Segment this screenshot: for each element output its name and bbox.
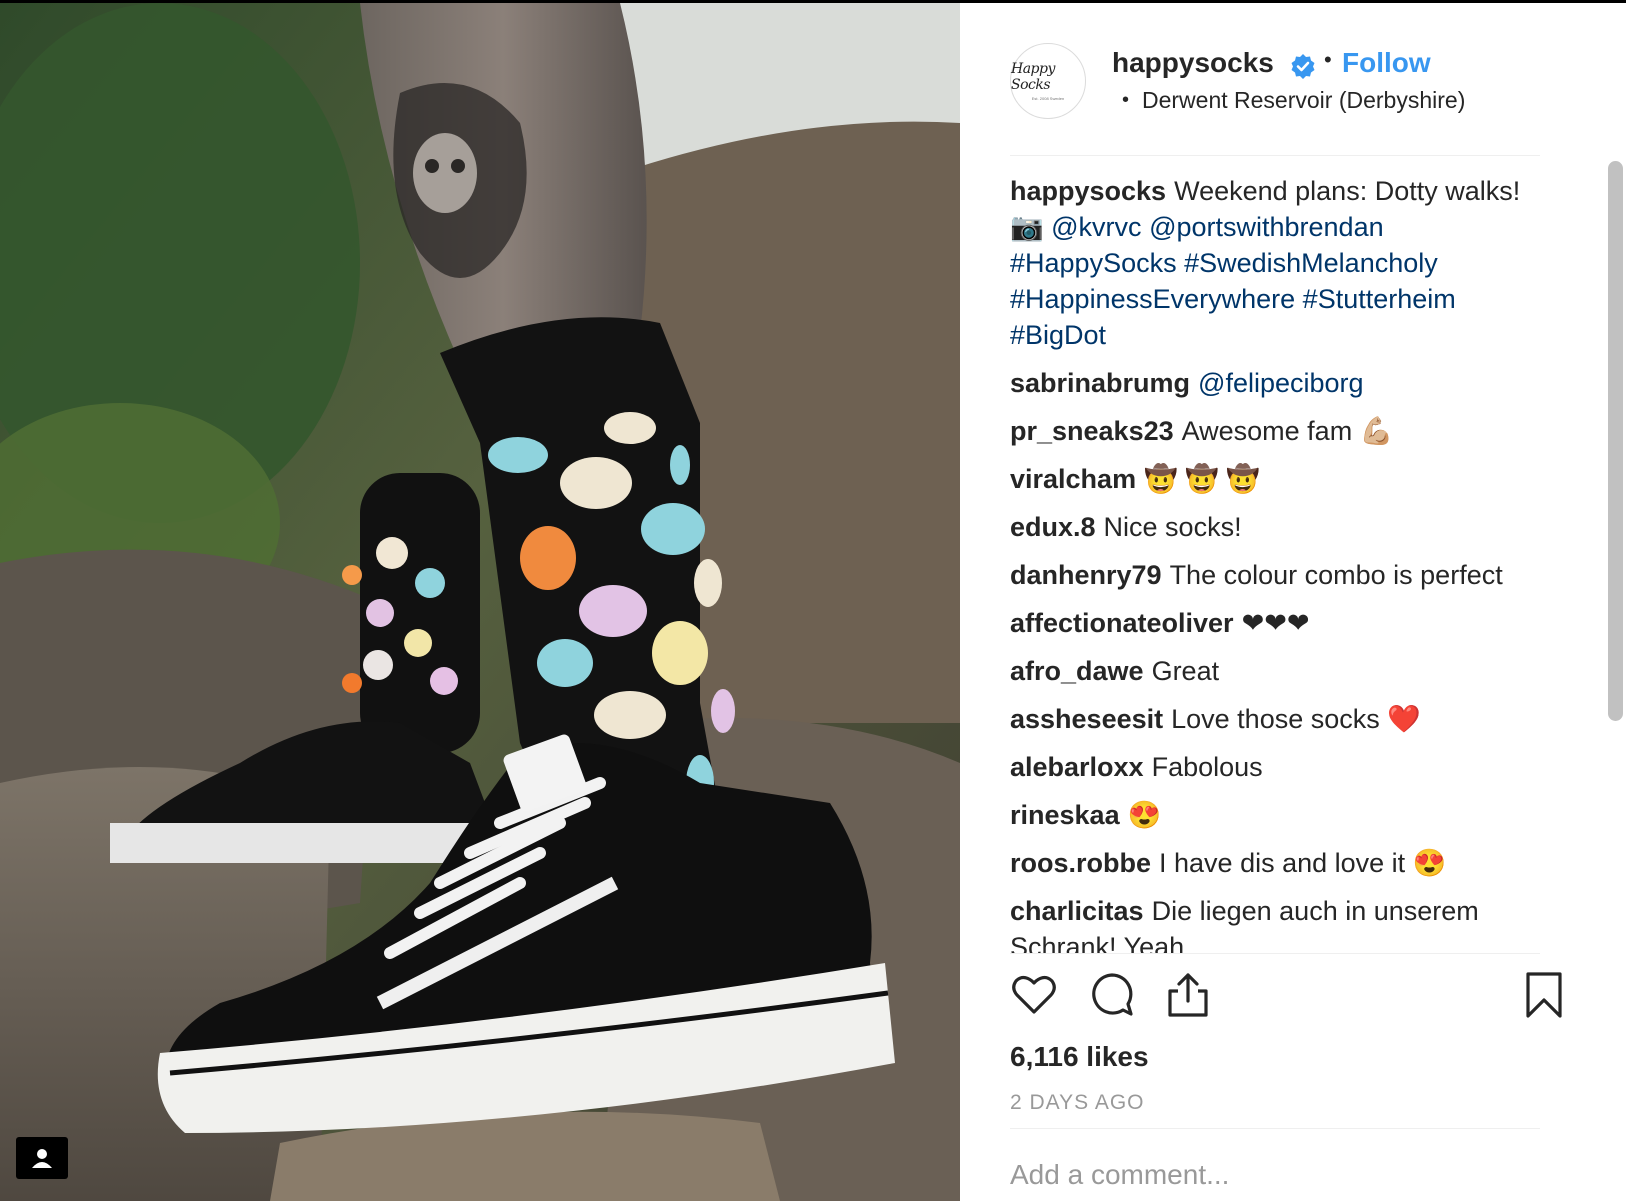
comment-username[interactable]: charlicitas — [1010, 896, 1144, 926]
comment-username[interactable]: assheseesit — [1010, 704, 1163, 734]
hashtag-link[interactable]: #HappinessEverywhere — [1010, 284, 1295, 314]
comment-item: affectionateoliver ❤❤❤ — [1010, 605, 1580, 641]
comment-item: roos.robbe I have dis and love it 😍 — [1010, 845, 1580, 881]
action-bar — [1010, 971, 1570, 1021]
comment-username[interactable]: pr_sneaks23 — [1010, 416, 1174, 446]
photo-illustration — [0, 3, 960, 1201]
comment-item: alebarloxx Fabolous — [1010, 749, 1580, 785]
add-comment-input[interactable] — [1010, 1153, 1540, 1197]
comment-username[interactable]: sabrinabrumg — [1010, 368, 1190, 398]
comment-text: ❤❤❤ — [1241, 608, 1310, 638]
comment-item: assheseesit Love those socks ❤️ — [1010, 701, 1580, 737]
comment-item: edux.8 Nice socks! — [1010, 509, 1580, 545]
comment-text: Fabolous — [1151, 752, 1263, 782]
likes-count[interactable]: 6,116 likes — [1010, 1041, 1149, 1073]
footer-divider — [1010, 1128, 1540, 1129]
hashtag-link[interactable]: #BigDot — [1010, 320, 1106, 350]
caption: happysocks Weekend plans: Dotty walks! 📷 … — [1010, 173, 1580, 353]
post-location-link[interactable]: Derwent Reservoir (Derbyshire) — [1142, 87, 1465, 114]
comment-text: Awesome fam 💪🏼 — [1181, 416, 1394, 446]
caption-username[interactable]: happysocks — [1010, 176, 1166, 206]
comment-text: Nice socks! — [1103, 512, 1242, 542]
avatar-logo-text: Happy Socks — [1011, 61, 1055, 93]
bookmark-icon[interactable] — [1520, 971, 1568, 1019]
comment-item: afro_dawe Great — [1010, 653, 1580, 689]
post-date[interactable]: 2 DAYS AGO — [1010, 1091, 1145, 1115]
comments-list[interactable]: happysocks Weekend plans: Dotty walks! 📷 … — [1010, 173, 1580, 953]
post-photo[interactable] — [0, 3, 960, 1201]
camera-icon: 📷 — [1010, 212, 1044, 242]
mention-link[interactable]: @felipeciborg — [1198, 368, 1364, 398]
comment-username[interactable]: edux.8 — [1010, 512, 1096, 542]
comment-username[interactable]: affectionateoliver — [1010, 608, 1234, 638]
comment-username[interactable]: alebarloxx — [1010, 752, 1144, 782]
follow-button[interactable]: Follow — [1342, 47, 1431, 79]
comment-text: Love those socks ❤️ — [1171, 704, 1421, 734]
comment-bubble-icon[interactable] — [1088, 971, 1136, 1019]
avatar[interactable]: Happy Socks Est. 2008 Sweden — [1010, 43, 1086, 119]
post-side-panel: Happy Socks Est. 2008 Sweden happysocks … — [960, 3, 1626, 1201]
location-bullet: • — [1122, 89, 1130, 111]
hashtag-link[interactable]: #Stutterheim — [1303, 284, 1456, 314]
comments-divider — [1010, 953, 1540, 954]
comment-text: The colour combo is perfect — [1169, 560, 1503, 590]
post-username[interactable]: happysocks — [1112, 47, 1274, 79]
comment-username[interactable]: viralcham — [1010, 464, 1136, 494]
heart-icon[interactable] — [1010, 971, 1058, 1019]
comment-item: sabrinabrumg @felipeciborg — [1010, 365, 1580, 401]
comment-text: I have dis and love it 😍 — [1159, 848, 1447, 878]
share-icon[interactable] — [1164, 971, 1212, 1019]
user-tag-icon — [32, 1149, 52, 1168]
comment-item: danhenry79 The colour combo is perfect — [1010, 557, 1580, 593]
comment-item: rineskaa 😍 — [1010, 797, 1580, 833]
comments-scrollbar[interactable] — [1608, 161, 1623, 721]
hashtag-link[interactable]: #SwedishMelancholy — [1184, 248, 1438, 278]
comment-text: 🤠 🤠 🤠 — [1144, 464, 1260, 494]
comment-username[interactable]: rineskaa — [1010, 800, 1120, 830]
avatar-subtext: Est. 2008 Sweden — [1031, 96, 1065, 101]
comment-item: charlicitas Die liegen auch in unserem Sc… — [1010, 893, 1580, 953]
header-separator: • — [1324, 47, 1332, 72]
comment-text: Great — [1151, 656, 1220, 686]
mention-link[interactable]: @portswithbrendan — [1149, 212, 1384, 242]
comment-username[interactable]: roos.robbe — [1010, 848, 1151, 878]
mention-link[interactable]: @kvrvc — [1051, 212, 1141, 242]
comment-item: viralcham 🤠 🤠 🤠 — [1010, 461, 1580, 497]
comment-item: pr_sneaks23 Awesome fam 💪🏼 — [1010, 413, 1580, 449]
caption-text: Weekend plans: Dotty walks! — [1174, 176, 1521, 206]
post-header: Happy Socks Est. 2008 Sweden happysocks … — [960, 3, 1626, 155]
comment-username[interactable]: danhenry79 — [1010, 560, 1162, 590]
header-divider — [1010, 155, 1540, 156]
user-tag-button[interactable] — [16, 1137, 68, 1179]
comment-username[interactable]: afro_dawe — [1010, 656, 1144, 686]
comment-text: 😍 — [1127, 800, 1162, 830]
hashtag-link[interactable]: #HappySocks — [1010, 248, 1177, 278]
verified-badge-icon — [1291, 54, 1315, 79]
